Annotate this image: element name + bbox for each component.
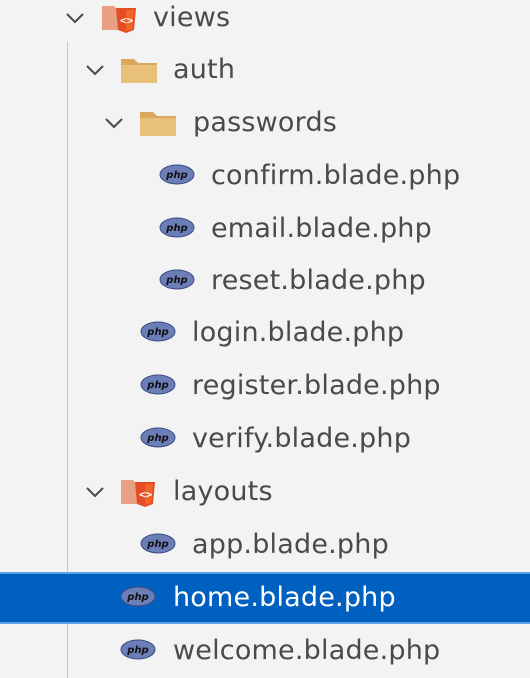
tree-item-confirm-file[interactable]: php confirm.blade.php bbox=[0, 150, 530, 202]
tree-item-label: login.blade.php bbox=[192, 317, 405, 348]
svg-text:<>: <> bbox=[120, 14, 134, 27]
tree-item-login-file[interactable]: php login.blade.php bbox=[0, 307, 530, 359]
svg-text:php: php bbox=[146, 539, 168, 550]
php-file-icon: php bbox=[140, 533, 176, 554]
chevron-down-icon[interactable] bbox=[84, 481, 106, 503]
svg-text:php: php bbox=[146, 433, 168, 444]
tree-item-home-file[interactable]: php home.blade.php bbox=[0, 572, 530, 624]
tree-item-verify-file[interactable]: php verify.blade.php bbox=[0, 413, 530, 465]
tree-item-app-file[interactable]: php app.blade.php bbox=[0, 519, 530, 571]
php-file-icon: php bbox=[159, 269, 195, 290]
php-file-icon: php bbox=[140, 374, 176, 395]
tree-item-label: passwords bbox=[193, 107, 338, 138]
tree-item-label: reset.blade.php bbox=[211, 265, 426, 296]
tree-item-label: auth bbox=[173, 54, 236, 85]
folder-icon bbox=[140, 112, 176, 136]
tree-item-reset-file[interactable]: php reset.blade.php bbox=[0, 255, 530, 307]
file-explorer-tree: <> views auth passwords php confirm.blad… bbox=[0, 0, 530, 678]
tree-item-layouts-folder[interactable]: <> layouts bbox=[0, 466, 530, 518]
tree-item-label: views bbox=[153, 2, 231, 33]
tree-item-label: app.blade.php bbox=[192, 529, 389, 560]
html-folder-icon: <> bbox=[121, 480, 155, 507]
tree-item-auth-folder[interactable]: auth bbox=[0, 44, 530, 96]
tree-item-label: home.blade.php bbox=[173, 582, 396, 613]
tree-item-label: email.blade.php bbox=[211, 213, 432, 244]
folder-icon bbox=[121, 59, 157, 83]
chevron-down-icon[interactable] bbox=[103, 112, 125, 134]
tree-item-label: welcome.blade.php bbox=[173, 635, 441, 666]
tree-item-label: confirm.blade.php bbox=[211, 160, 461, 191]
tree-item-views-folder[interactable]: <> views bbox=[0, 0, 530, 44]
svg-text:php: php bbox=[126, 645, 148, 656]
chevron-down-icon[interactable] bbox=[64, 7, 86, 29]
php-file-icon: php bbox=[120, 586, 156, 607]
html-folder-icon: <> bbox=[102, 6, 136, 33]
tree-item-email-file[interactable]: php email.blade.php bbox=[0, 203, 530, 255]
php-file-icon: php bbox=[140, 321, 176, 342]
tree-item-welcome-file[interactable]: php welcome.blade.php bbox=[0, 625, 530, 677]
svg-text:php: php bbox=[165, 170, 187, 181]
php-file-icon: php bbox=[120, 639, 156, 660]
svg-text:php: php bbox=[165, 275, 187, 286]
tree-item-label: layouts bbox=[173, 476, 273, 507]
svg-text:php: php bbox=[165, 223, 187, 234]
svg-text:php: php bbox=[146, 327, 168, 338]
tree-item-register-file[interactable]: php register.blade.php bbox=[0, 360, 530, 412]
tree-item-label: register.blade.php bbox=[192, 370, 441, 401]
php-file-icon: php bbox=[159, 164, 195, 185]
svg-text:php: php bbox=[126, 592, 148, 603]
tree-item-label: verify.blade.php bbox=[192, 423, 412, 454]
php-file-icon: php bbox=[159, 217, 195, 238]
svg-text:<>: <> bbox=[139, 488, 153, 501]
php-file-icon: php bbox=[140, 427, 176, 448]
tree-item-passwords-folder[interactable]: passwords bbox=[0, 97, 530, 149]
svg-text:php: php bbox=[146, 380, 168, 391]
chevron-down-icon[interactable] bbox=[84, 59, 106, 81]
